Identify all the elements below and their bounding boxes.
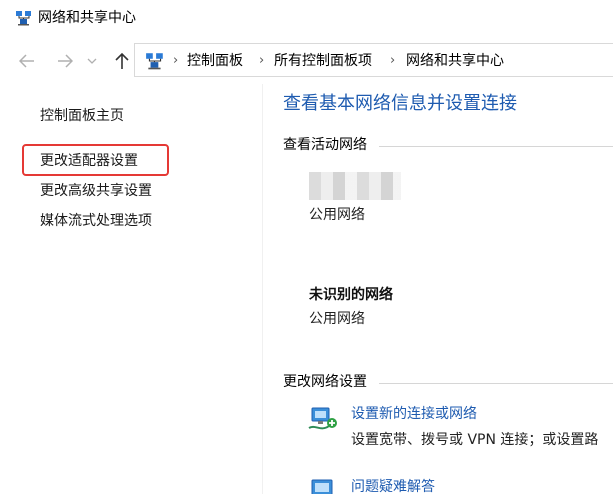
back-button[interactable] (16, 50, 38, 72)
setup-new-connection-description: 设置宽带、拨号或 VPN 连接；或设置路 (351, 432, 599, 448)
window-title: 网络和共享中心 (38, 10, 136, 26)
chevron-down-icon (87, 58, 97, 64)
breadcrumb-separator: › (173, 53, 179, 68)
breadcrumb-network-center[interactable]: 网络和共享中心 (406, 52, 504, 70)
new-connection-icon (308, 407, 337, 430)
setup-new-connection-link[interactable]: 设置新的连接或网络 (351, 405, 477, 423)
address-bar[interactable]: › 控制面板 › 所有控制面板项 › 网络和共享中心 (134, 43, 613, 77)
troubleshoot-icon (311, 479, 333, 494)
sidebar-item-control-panel-home[interactable]: 控制面板主页 (40, 106, 124, 126)
up-button[interactable] (111, 50, 133, 72)
section-divider (379, 383, 613, 384)
section-divider (379, 146, 613, 147)
network-center-icon (146, 53, 163, 70)
network-center-icon (16, 11, 31, 26)
network-name: 未识别的网络 (309, 287, 393, 303)
main-content: 查看基本网络信息并设置连接 查看活动网络 公用网络 未识别的网络 公用网络 更改… (263, 84, 613, 494)
network-type: 公用网络 (309, 311, 365, 327)
arrow-right-icon (58, 54, 73, 68)
window-titlebar: 网络和共享中心 (0, 0, 613, 38)
breadcrumb-control-panel[interactable]: 控制面板 (187, 52, 243, 70)
forward-button[interactable] (54, 50, 76, 72)
breadcrumb-separator: › (390, 53, 396, 68)
active-networks-heading: 查看活动网络 (283, 137, 367, 153)
recent-locations-button[interactable] (85, 50, 99, 72)
sidebar: 控制面板主页 更改适配器设置 更改高级共享设置 媒体流式处理选项 (0, 84, 262, 494)
sidebar-item-media-streaming[interactable]: 媒体流式处理选项 (40, 211, 152, 231)
breadcrumb-separator: › (259, 53, 265, 68)
sidebar-item-change-adapter[interactable]: 更改适配器设置 (40, 151, 138, 171)
navigation-bar: › 控制面板 › 所有控制面板项 › 网络和共享中心 (0, 38, 613, 84)
arrow-up-icon (115, 52, 129, 69)
change-settings-heading: 更改网络设置 (283, 374, 367, 390)
arrow-left-icon (19, 54, 34, 68)
network-type: 公用网络 (309, 207, 365, 223)
page-title: 查看基本网络信息并设置连接 (283, 93, 517, 114)
redacted-network-name (309, 172, 401, 200)
troubleshoot-problems-link[interactable]: 问题疑难解答 (351, 478, 435, 494)
breadcrumb-all-items[interactable]: 所有控制面板项 (274, 52, 372, 70)
sidebar-item-advanced-sharing[interactable]: 更改高级共享设置 (40, 181, 152, 201)
